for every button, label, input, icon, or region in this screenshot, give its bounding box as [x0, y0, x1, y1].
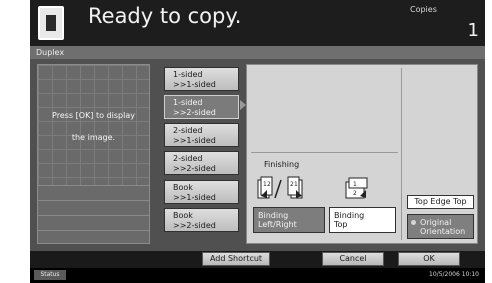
binding-left-right-line1: Binding	[258, 211, 289, 220]
add-shortcut-button[interactable]: Add Shortcut	[202, 252, 270, 266]
finishing-label: Finishing	[264, 160, 300, 169]
svg-text:1: 1	[353, 181, 357, 188]
binding-top-icon: 1 2	[345, 177, 368, 199]
copier-screen: Ready to copy. Copies 1 Duplex Press [OK…	[30, 0, 485, 283]
svg-text:2: 2	[353, 190, 357, 197]
option-book-to-2-sided[interactable]: Book >>2-sided	[164, 208, 239, 232]
original-orientation-button[interactable]: Original Orientation	[407, 214, 474, 239]
footer-bar: Add Shortcut Cancel OK	[30, 251, 485, 268]
header-bar: Ready to copy. Copies 1	[30, 0, 485, 46]
option-2-to-2-sided[interactable]: 2-sided >>2-sided	[164, 151, 239, 175]
option-2-to-1-sided[interactable]: 2-sided >>1-sided	[164, 123, 239, 147]
binding-left-right-line2: Left/Right	[258, 220, 297, 229]
option-1-to-1-sided[interactable]: 1-sided >>1-sided	[164, 67, 239, 91]
top-edge-top-button[interactable]: Top Edge Top	[407, 195, 474, 209]
horizontal-divider	[251, 152, 398, 153]
page-title: Duplex	[30, 46, 485, 59]
ok-button[interactable]: OK	[398, 252, 460, 266]
original-orientation-line1: Original	[420, 218, 452, 227]
preview-message: Press [OK] to display the image.	[42, 105, 145, 149]
preview-message-line1: Press [OK] to display	[52, 111, 135, 120]
binding-top-line2: Top	[334, 220, 348, 229]
option-label-line1: Book	[173, 183, 193, 192]
status-message: Ready to copy.	[88, 4, 242, 28]
option-label-line2: >>2-sided	[173, 221, 216, 230]
binding-right-left-icon: 2 1	[287, 176, 303, 199]
binding-left-right-button[interactable]: Binding Left/Right	[253, 207, 325, 233]
option-label-line2: >>1-sided	[173, 193, 216, 202]
binding-top-line1: Binding	[334, 211, 365, 220]
copies-label: Copies	[410, 5, 437, 14]
option-label-line2: >>1-sided	[173, 80, 216, 89]
copies-count: 1	[467, 20, 479, 41]
image-preview[interactable]: Press [OK] to display the image.	[37, 64, 150, 244]
option-label-line2: >>2-sided	[173, 164, 216, 173]
binding-left-right-icon: 1 2	[257, 176, 282, 199]
svg-text:2: 2	[267, 181, 271, 188]
option-label-line1: 2-sided	[173, 126, 203, 135]
option-1-to-2-sided[interactable]: 1-sided >>2-sided	[164, 95, 239, 119]
option-book-to-1-sided[interactable]: Book >>1-sided	[164, 180, 239, 204]
detail-settings-panel: Finishing 1 2 2 1 1 2 Binding Left/Right…	[246, 64, 478, 244]
copy-document-icon	[38, 6, 64, 40]
duplex-panel: Press [OK] to display the image. 1-sided…	[30, 59, 485, 251]
preview-message-line2: the image.	[71, 133, 116, 142]
preview-lines	[38, 185, 149, 243]
status-button[interactable]: Status	[34, 270, 66, 280]
status-bar: Status 10/5/2006 10:10	[30, 268, 485, 283]
option-label-line2: >>2-sided	[173, 108, 216, 117]
radio-dot-icon	[411, 220, 416, 225]
cancel-button[interactable]: Cancel	[322, 252, 384, 266]
option-label-line1: 2-sided	[173, 154, 203, 163]
option-label-line1: 1-sided	[173, 98, 203, 107]
option-label-line1: 1-sided	[173, 70, 203, 79]
svg-text:1: 1	[294, 181, 298, 188]
option-label-line2: >>1-sided	[173, 136, 216, 145]
vertical-divider	[401, 68, 402, 240]
date-time: 10/5/2006 10:10	[429, 271, 479, 278]
original-orientation-line2: Orientation	[420, 227, 466, 236]
binding-top-button[interactable]: Binding Top	[329, 207, 396, 233]
option-label-line1: Book	[173, 211, 193, 220]
